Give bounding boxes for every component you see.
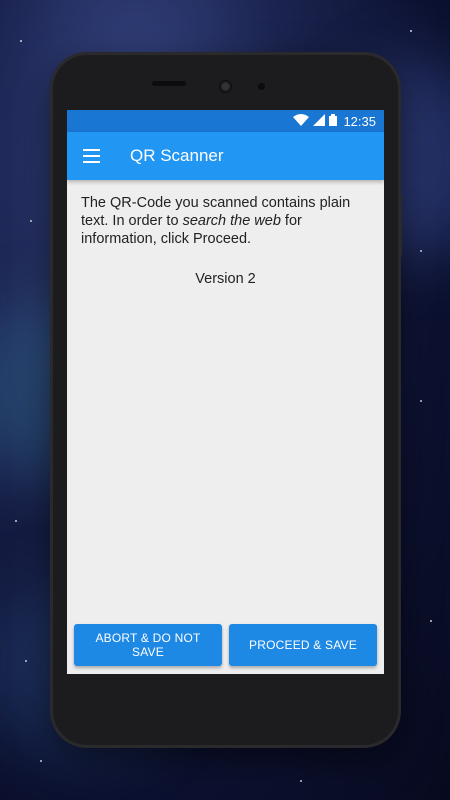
abort-button[interactable]: ABORT & DO NOT SAVE — [74, 624, 222, 666]
speaker-grille — [152, 81, 186, 86]
version-label: Version 2 — [195, 271, 256, 287]
action-buttons: ABORT & DO NOT SAVE PROCEED & SAVE — [74, 624, 377, 666]
power-button — [398, 195, 402, 257]
app-bar: QR Scanner — [67, 132, 384, 180]
front-camera — [219, 80, 232, 93]
battery-icon — [329, 113, 338, 129]
status-bar: 12:35 — [67, 110, 384, 132]
phone-screen: 12:35 QR Scanner The QR-Code you scanned… — [67, 110, 384, 674]
proceed-button[interactable]: PROCEED & SAVE — [229, 624, 377, 666]
scan-message: The QR-Code you scanned contains plain t… — [81, 194, 370, 248]
app-title: QR Scanner — [130, 146, 224, 165]
signal-icon — [313, 113, 326, 129]
menu-icon[interactable] — [67, 132, 115, 180]
wifi-icon — [293, 113, 310, 129]
status-time: 12:35 — [343, 113, 376, 129]
content-area: The QR-Code you scanned contains plain t… — [67, 180, 384, 288]
proximity-sensor — [258, 83, 265, 90]
message-emphasis: search the web — [182, 213, 281, 229]
